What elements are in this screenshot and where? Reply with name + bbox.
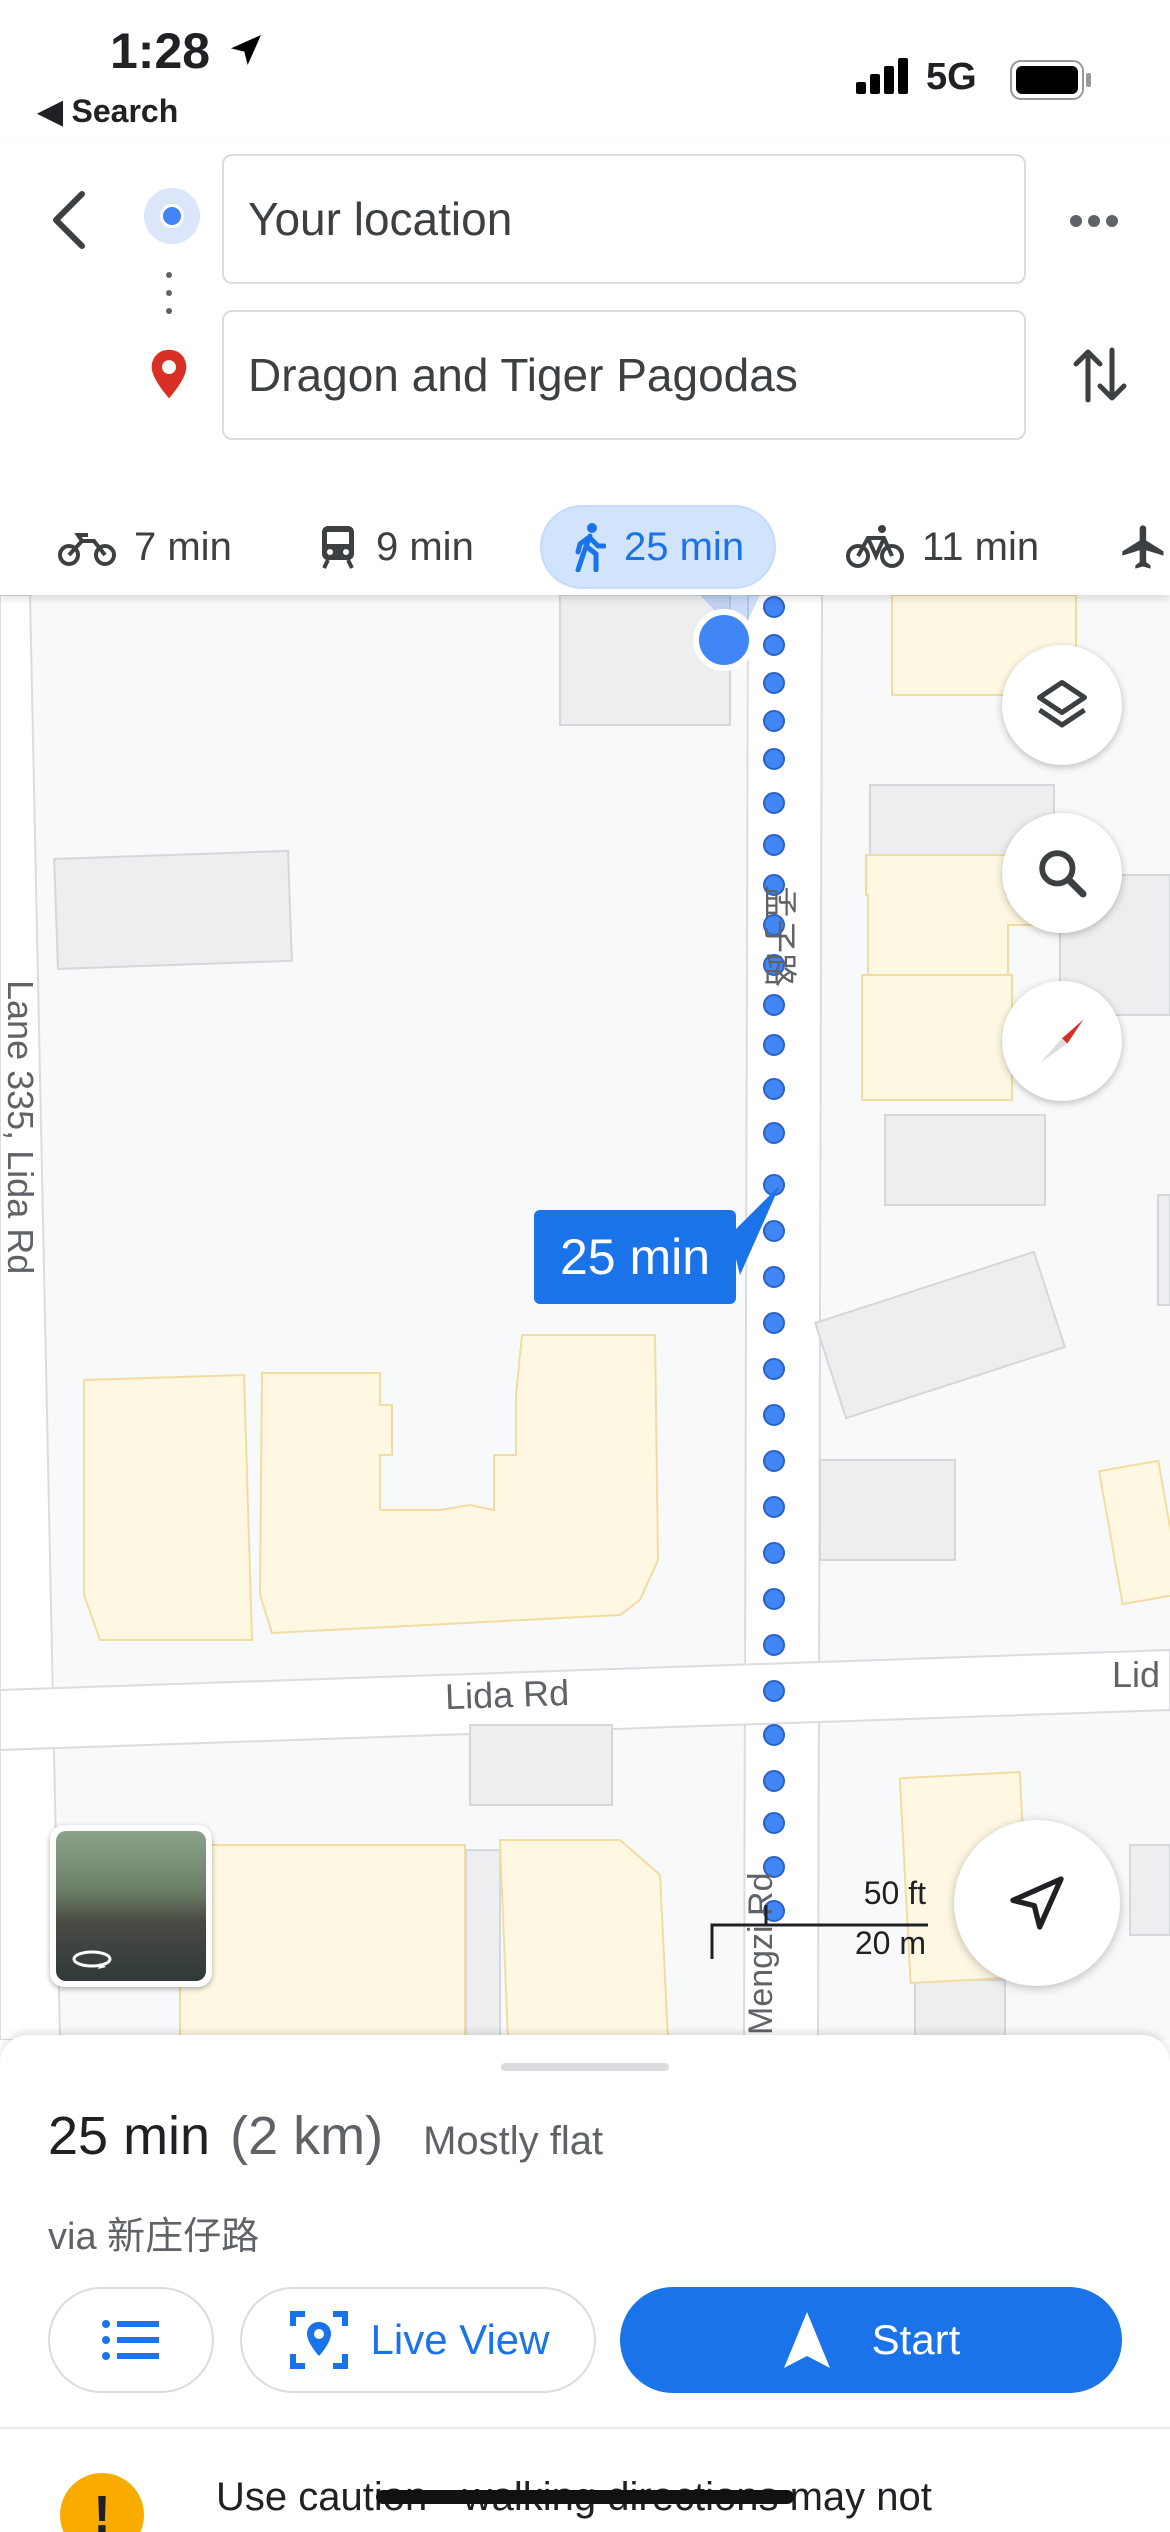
recenter-button[interactable]	[954, 1820, 1120, 1986]
status-bar: 1:28 ◀ Search 5G	[0, 0, 1170, 140]
mode-bike-label: 11 min	[922, 524, 1040, 569]
mode-flight[interactable]	[1118, 505, 1170, 589]
live-view-button[interactable]: Live View	[240, 2287, 596, 2393]
scale-bar	[710, 1905, 928, 1959]
mode-transit-label: 9 min	[376, 524, 474, 569]
motorcycle-icon	[58, 533, 116, 566]
summary-terrain: Mostly flat	[423, 2119, 604, 2163]
street-view-thumbnail[interactable]	[50, 1825, 212, 1987]
street-label-lida: Lida Rd	[444, 1672, 569, 1717]
search-icon	[1039, 850, 1087, 898]
map-view[interactable]: Lane 335, Lida Rd 孟子路 Lida Rd Lid Mengzi…	[0, 595, 1170, 2040]
start-label: Start	[871, 2316, 961, 2363]
travel-mode-tabs: 7 min 9 min 25 min 11 min	[0, 485, 1170, 595]
street-label-mengzi-cn: 孟子路	[759, 885, 799, 987]
status-time: 1:28	[110, 23, 211, 79]
mode-transit[interactable]: 9 min	[318, 505, 474, 589]
mode-motorcycle-label: 7 min	[134, 524, 232, 569]
start-navigation-button[interactable]: Start	[620, 2287, 1122, 2393]
live-view-icon	[289, 2311, 348, 2369]
mode-bike[interactable]: 11 min	[846, 505, 1039, 589]
network-type: 5G	[926, 56, 977, 98]
swap-route-icon[interactable]	[1070, 340, 1130, 410]
sheet-divider	[0, 2427, 1170, 2429]
battery-icon	[1010, 60, 1091, 100]
summary-distance: (2 km)	[230, 2106, 384, 2166]
route-summary: 25 min (2 km) Mostly flat	[48, 2105, 603, 2167]
list-icon	[102, 2320, 159, 2360]
compass-icon	[1040, 1019, 1084, 1063]
more-options-icon[interactable]	[1070, 214, 1130, 244]
street-view-image	[56, 1831, 206, 1981]
destination-field[interactable]: Dragon and Tiger Pagodas	[222, 310, 1026, 440]
street-label-lida-partial: Lid	[1112, 1654, 1160, 1695]
destination-pin-icon	[151, 349, 187, 399]
origin-dot-icon	[144, 188, 200, 244]
map-canvas: Lane 335, Lida Rd 孟子路 Lida Rd Lid Mengzi…	[0, 595, 1170, 2040]
home-indicator[interactable]	[376, 2490, 794, 2504]
mode-motorcycle[interactable]: 7 min	[58, 505, 232, 589]
layers-icon	[1037, 680, 1087, 728]
navigation-arrow-icon	[1010, 1876, 1064, 1930]
back-arrow-icon[interactable]	[42, 180, 102, 260]
back-to-app-link[interactable]: ◀ Search	[38, 92, 178, 130]
search-along-route-button[interactable]	[1002, 813, 1122, 933]
walk-icon	[575, 523, 606, 572]
route-via: via 新庄仔路	[48, 2216, 260, 2258]
bike-icon	[846, 525, 904, 568]
sheet-drag-handle[interactable]	[501, 2063, 669, 2071]
warning-icon: !	[60, 2473, 144, 2532]
steps-button[interactable]	[48, 2287, 214, 2393]
origin-field[interactable]: Your location	[222, 154, 1026, 284]
compass-button[interactable]	[1002, 981, 1122, 1101]
layers-button[interactable]	[1002, 645, 1122, 765]
mode-walk-label: 25 min	[624, 524, 745, 569]
route-connector-dots	[166, 272, 172, 326]
summary-time: 25 min	[48, 2106, 211, 2166]
live-view-label: Live View	[370, 2316, 550, 2363]
cellular-signal-icon	[856, 58, 908, 94]
location-arrow-icon	[231, 35, 261, 65]
street-label-lane: Lane 335, Lida Rd	[0, 980, 41, 1274]
route-time-label[interactable]: 25 min	[534, 1210, 737, 1304]
rotate-360-icon	[72, 1950, 112, 1969]
flight-icon	[1122, 525, 1164, 569]
navigation-start-icon	[783, 2312, 830, 2368]
mode-walk[interactable]: 25 min	[540, 505, 777, 589]
route-summary-sheet[interactable]: 25 min (2 km) Mostly flat via 新庄仔路 Live …	[0, 2035, 1170, 2532]
transit-icon	[322, 526, 354, 569]
directions-header: Your location Dragon and Tiger Pagodas 7…	[0, 140, 1170, 595]
map-scale: 50 ft 20 m	[710, 1875, 930, 1965]
